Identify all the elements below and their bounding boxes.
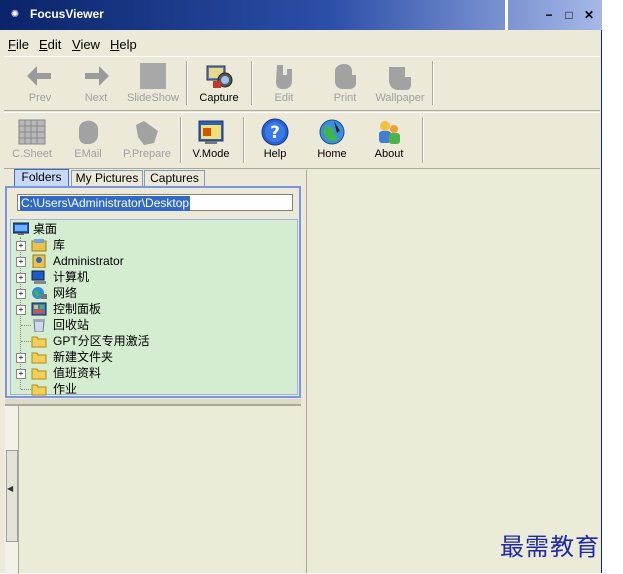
tab-folders[interactable]: Folders: [14, 169, 69, 187]
expand-toggle[interactable]: +: [16, 241, 26, 251]
menu-view[interactable]: View: [72, 37, 100, 52]
expand-toggle[interactable]: +: [16, 257, 26, 267]
menu-edit[interactable]: Edit: [39, 37, 61, 52]
close-button[interactable]: ✕: [581, 7, 597, 23]
view-mode-icon: [198, 120, 224, 144]
thumbnail-panel: ◀: [5, 405, 301, 574]
print-hand-icon: [335, 64, 356, 89]
user-folder-icon: [32, 254, 46, 268]
help-button[interactable]: ? Help: [247, 113, 303, 163]
expand-toggle[interactable]: +: [16, 273, 26, 283]
svg-text:?: ?: [270, 123, 280, 143]
control-panel-icon: [31, 302, 47, 316]
email-hand-icon: [79, 120, 98, 144]
prev-button[interactable]: Prev: [12, 57, 68, 107]
folder-icon: [31, 384, 47, 396]
preview-panel: [306, 170, 600, 573]
library-icon: [31, 239, 47, 252]
path-input[interactable]: C:\Users\Administrator\Desktop: [17, 194, 293, 211]
contact-sheet-button[interactable]: C.Sheet: [4, 113, 60, 163]
grid-icon: [18, 119, 46, 145]
prepare-hand-icon: [136, 121, 158, 145]
toolbar-separator: [422, 117, 424, 163]
tree-guide: [21, 341, 31, 342]
title-divider: [505, 0, 508, 30]
desktop-icon: [13, 222, 29, 235]
folders-panel: C:\Users\Administrator\Desktop 桌面 + 库 + …: [5, 186, 301, 398]
scrollbar-thumb[interactable]: [6, 450, 18, 542]
expand-toggle[interactable]: +: [16, 369, 26, 379]
tree-guide: [21, 325, 31, 326]
folder-icon: [31, 336, 47, 348]
minimize-button[interactable]: −: [541, 7, 557, 23]
arrow-right-icon: [85, 66, 109, 86]
tab-my-pictures[interactable]: My Pictures: [71, 170, 143, 186]
tree-guide: [21, 389, 31, 390]
menu-bar: File Edit View Help: [0, 35, 602, 55]
toolbar-separator: [432, 61, 434, 105]
edit-button[interactable]: Edit: [256, 57, 312, 107]
title-bar[interactable]: ✺ FocusViewer − □ ✕: [0, 0, 602, 30]
scroll-left-arrow-icon: ◀: [7, 484, 14, 493]
maximize-button[interactable]: □: [561, 7, 577, 23]
computer-icon: [31, 270, 46, 284]
next-button[interactable]: Next: [68, 57, 124, 107]
menu-help[interactable]: Help: [110, 37, 137, 52]
about-people-icon: [379, 121, 400, 144]
toolbar-separator: [180, 117, 182, 163]
expand-toggle[interactable]: +: [16, 305, 26, 315]
window-title: FocusViewer: [30, 7, 104, 21]
home-globe-icon: [319, 119, 345, 145]
network-icon: [32, 287, 47, 299]
secondary-toolbar: C.Sheet EMail P.Prepare V.Mode ? Help Ho…: [4, 112, 600, 169]
camera-icon: [206, 65, 233, 88]
folder-icon: [31, 352, 47, 364]
vertical-scrollbar[interactable]: ◀: [5, 406, 19, 574]
help-icon: ?: [261, 118, 289, 146]
recycle-bin-icon: [33, 319, 45, 332]
email-button[interactable]: EMail: [60, 113, 116, 163]
slideshow-icon: [140, 63, 166, 89]
toolbar-separator: [186, 61, 188, 105]
view-mode-button[interactable]: V.Mode: [183, 113, 239, 163]
wallpaper-hand-icon: [389, 67, 411, 90]
toolbar-separator: [251, 61, 253, 105]
expand-toggle[interactable]: +: [16, 289, 26, 299]
watermark-text: 最需教育: [500, 533, 600, 561]
folder-icon: [31, 368, 47, 380]
menu-file[interactable]: File: [8, 37, 29, 52]
main-toolbar: Prev Next SlideShow Capture Edit Print W…: [4, 56, 600, 111]
print-button[interactable]: Print: [317, 57, 373, 107]
home-button[interactable]: Home: [304, 113, 360, 163]
capture-button[interactable]: Capture: [191, 57, 247, 107]
app-icon: ✺: [10, 9, 20, 20]
wallpaper-button[interactable]: Wallpaper: [372, 57, 428, 107]
arrow-left-icon: [27, 66, 51, 86]
folder-tree: 桌面 + 库 + Administrator + 计算机 + 网络 + 控制面板…: [10, 219, 298, 396]
tab-captures[interactable]: Captures: [144, 170, 205, 186]
app-window: ✺ FocusViewer − □ ✕ File Edit View Help …: [0, 0, 602, 574]
expand-toggle[interactable]: +: [16, 353, 26, 363]
about-button[interactable]: About: [361, 113, 417, 163]
slideshow-button[interactable]: SlideShow: [125, 57, 181, 107]
print-prepare-button[interactable]: P.Prepare: [119, 113, 175, 163]
toolbar-separator: [243, 117, 245, 163]
edit-hand-icon: [276, 65, 292, 89]
